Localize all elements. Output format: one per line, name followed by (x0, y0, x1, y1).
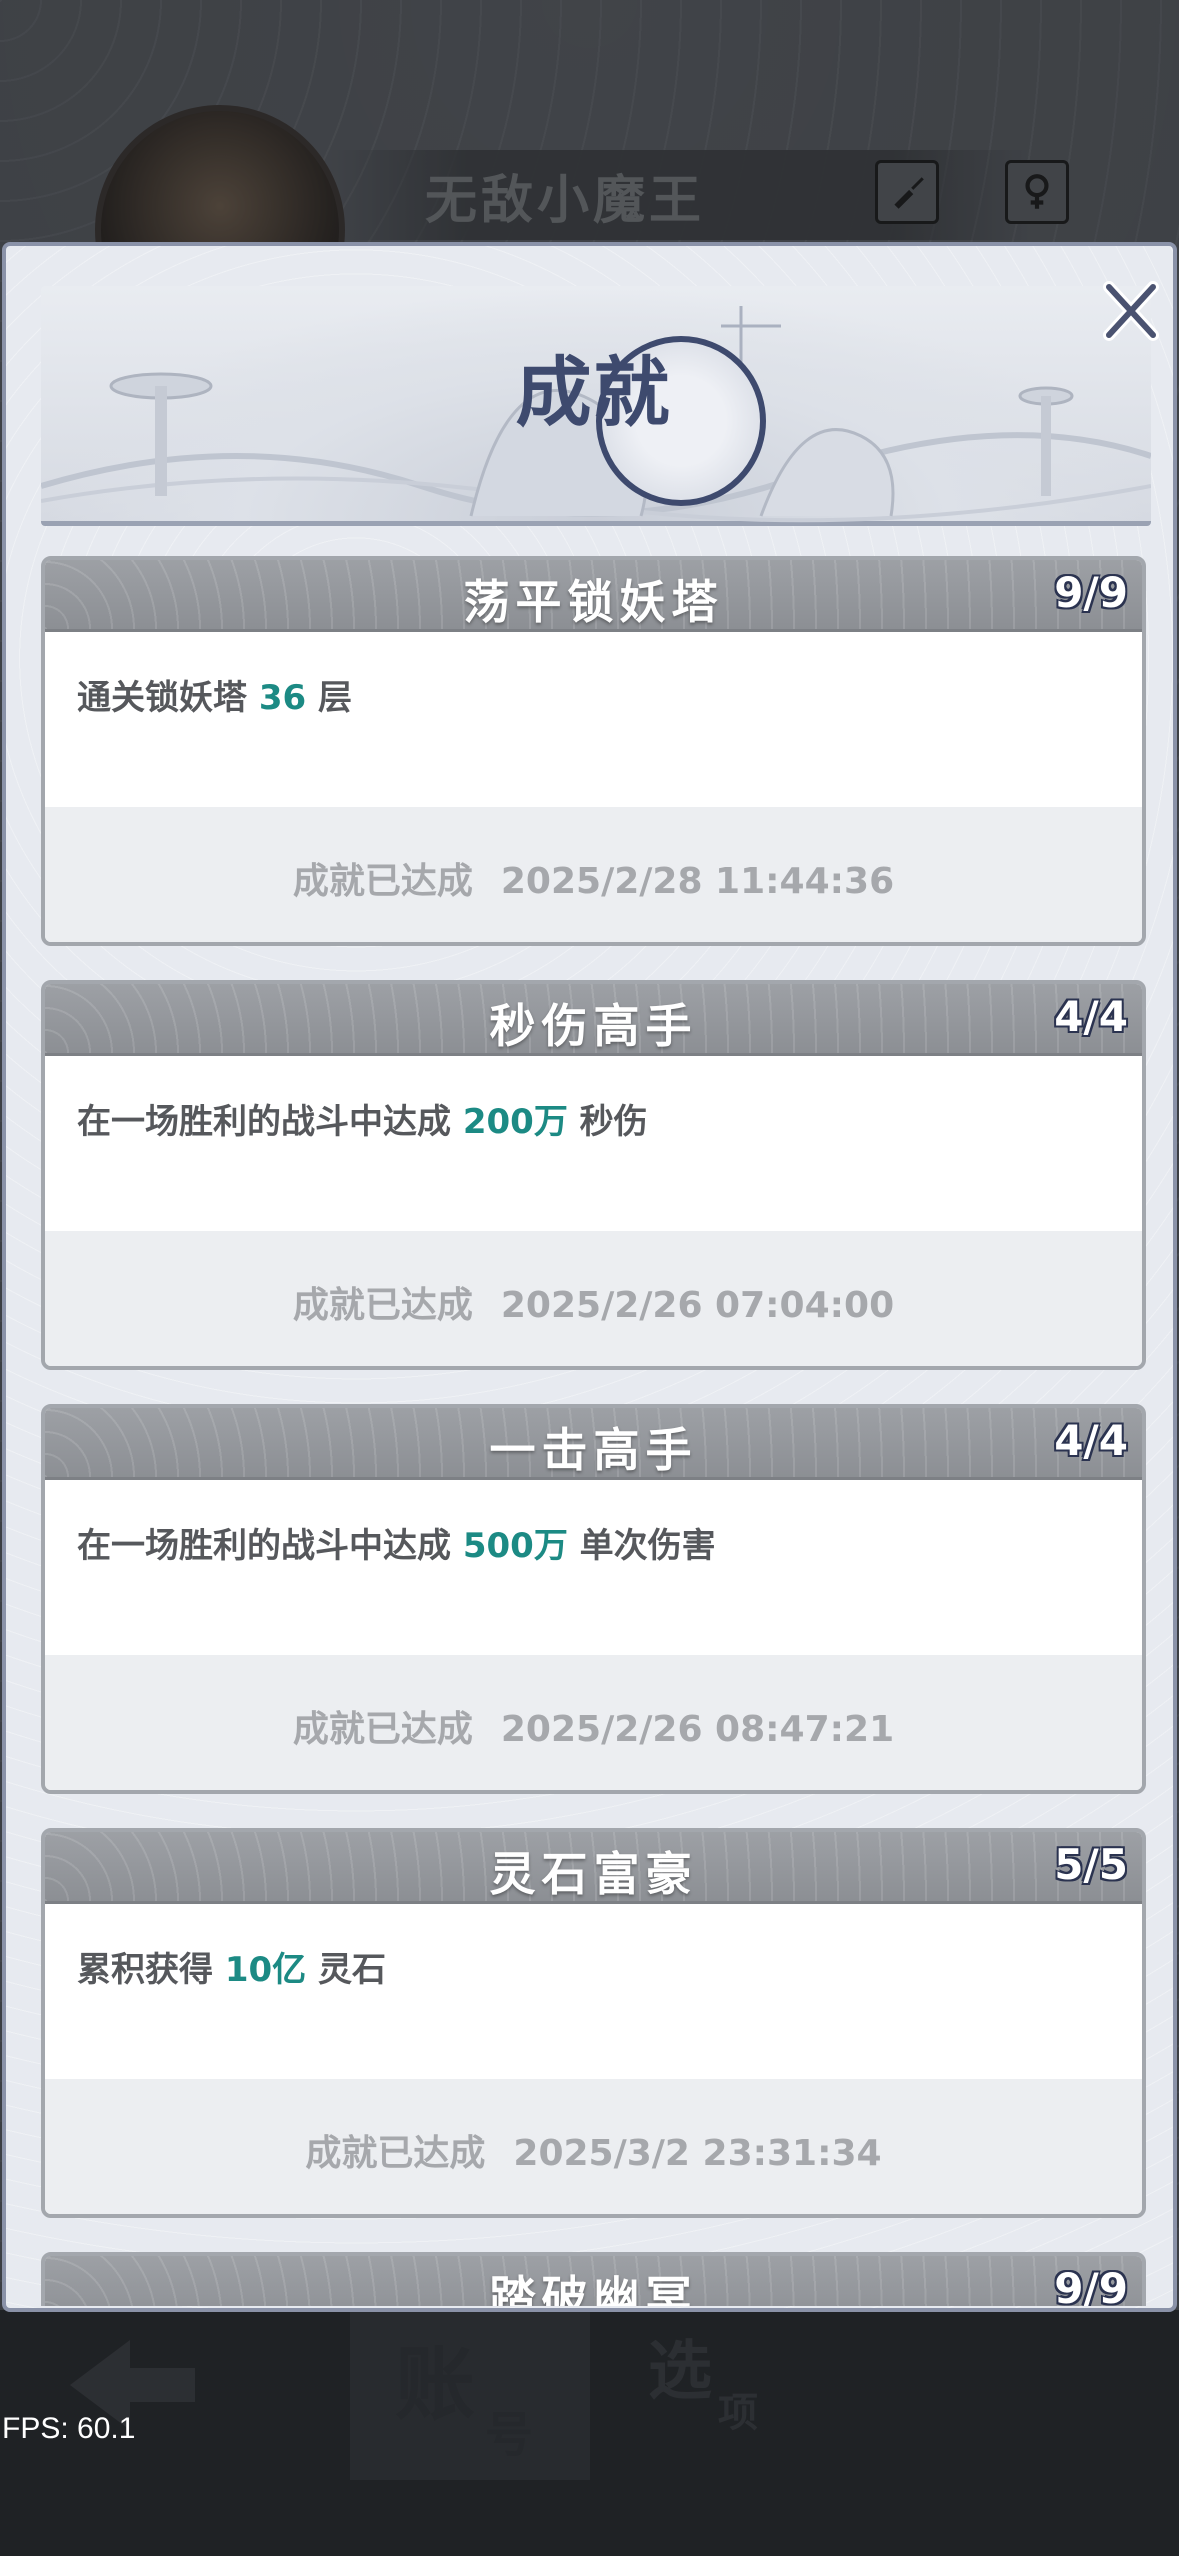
achievement-card: 灵石富豪 5/5 累积获得 10亿 灵石 成就已达成 2025/3/2 23:31… (41, 1828, 1146, 2218)
achievements-modal: 成就 荡平锁妖塔 9/9 通关锁妖塔 36 层 成就已达成 2025/2/28 1… (2, 242, 1177, 2312)
desc-suffix: 灵石 (306, 1950, 387, 1990)
card-header: 灵石富豪 5/5 (45, 1832, 1142, 1904)
close-icon (1103, 280, 1159, 341)
desc-prefix: 通关锁妖塔 (77, 678, 259, 718)
card-progress: 5/5 (1054, 1840, 1128, 1889)
status-text: 成就已达成 (292, 1285, 473, 1326)
card-description: 通关锁妖塔 36 层 (77, 670, 352, 719)
card-progress: 9/9 (1054, 2264, 1128, 2306)
card-body: 在一场胜利的战斗中达成 200万 秒伤 (45, 1056, 1142, 1231)
completion-time: 2025/2/28 11:44:36 (500, 861, 895, 902)
card-footer: 成就已达成 2025/2/26 07:04:00 (45, 1231, 1142, 1366)
card-footer: 成就已达成 2025/3/2 23:31:34 (45, 2079, 1142, 2214)
card-title: 一击高手 (489, 1423, 698, 1477)
card-header: 一击高手 4/4 (45, 1408, 1142, 1480)
card-progress: 4/4 (1054, 1416, 1128, 1465)
completion-time: 2025/2/26 08:47:21 (500, 1709, 895, 1750)
achievement-card: 秒伤高手 4/4 在一场胜利的战斗中达成 200万 秒伤 成就已达成 2025/2… (41, 980, 1146, 1370)
desc-value: 36 (258, 678, 307, 718)
desc-prefix: 在一场胜利的战斗中达成 (77, 1526, 463, 1566)
completion-time: 2025/2/26 07:04:00 (500, 1285, 895, 1326)
desc-suffix: 秒伤 (567, 1102, 648, 1142)
fps-counter: FPS: 60.1 (2, 2412, 136, 2445)
card-header: 荡平锁妖塔 9/9 (45, 560, 1142, 632)
desc-suffix: 层 (306, 678, 353, 718)
card-description: 在一场胜利的战斗中达成 500万 单次伤害 (77, 1518, 716, 1567)
card-status: 成就已达成 2025/2/28 11:44:36 (45, 852, 1142, 904)
status-text: 成就已达成 (292, 861, 473, 902)
desc-prefix: 累积获得 (77, 1950, 225, 1990)
status-text: 成就已达成 (292, 1709, 473, 1750)
card-title: 灵石富豪 (489, 1847, 698, 1901)
achievement-card: 一击高手 4/4 在一场胜利的战斗中达成 500万 单次伤害 成就已达成 2025… (41, 1404, 1146, 1794)
close-button[interactable] (1101, 278, 1161, 343)
desc-value: 200万 (462, 1102, 568, 1142)
card-status: 成就已达成 2025/2/26 07:04:00 (45, 1276, 1142, 1328)
card-description: 在一场胜利的战斗中达成 200万 秒伤 (77, 1094, 648, 1143)
modal-title: 成就 (515, 348, 672, 437)
card-progress: 4/4 (1054, 992, 1128, 1041)
card-footer: 成就已达成 2025/2/28 11:44:36 (45, 807, 1142, 942)
achievement-card: 荡平锁妖塔 9/9 通关锁妖塔 36 层 成就已达成 2025/2/28 11:4… (41, 556, 1146, 946)
desc-suffix: 单次伤害 (567, 1526, 716, 1566)
card-footer: 成就已达成 2025/2/26 08:47:21 (45, 1655, 1142, 1790)
completion-time: 2025/3/2 23:31:34 (513, 2133, 882, 2174)
card-status: 成就已达成 2025/2/26 08:47:21 (45, 1700, 1142, 1752)
card-title: 荡平锁妖塔 (463, 575, 724, 629)
card-body: 累积获得 10亿 灵石 (45, 1904, 1142, 2079)
card-progress: 9/9 (1054, 568, 1128, 617)
desc-value: 10亿 (224, 1950, 307, 1990)
card-body: 在一场胜利的战斗中达成 500万 单次伤害 (45, 1480, 1142, 1655)
card-description: 累积获得 10亿 灵石 (77, 1942, 386, 1991)
card-status: 成就已达成 2025/3/2 23:31:34 (45, 2124, 1142, 2176)
card-header: 秒伤高手 4/4 (45, 984, 1142, 1056)
achievement-card: 踏破幽冥 9/9 (41, 2252, 1146, 2306)
card-title: 秒伤高手 (489, 999, 698, 1053)
card-header: 踏破幽冥 9/9 (45, 2256, 1142, 2306)
desc-prefix: 在一场胜利的战斗中达成 (77, 1102, 463, 1142)
desc-value: 500万 (462, 1526, 568, 1566)
achievement-list[interactable]: 荡平锁妖塔 9/9 通关锁妖塔 36 层 成就已达成 2025/2/28 11:4… (41, 556, 1146, 2306)
status-text: 成就已达成 (305, 2133, 486, 2174)
card-body: 通关锁妖塔 36 层 (45, 632, 1142, 807)
card-title: 踏破幽冥 (489, 2271, 698, 2306)
